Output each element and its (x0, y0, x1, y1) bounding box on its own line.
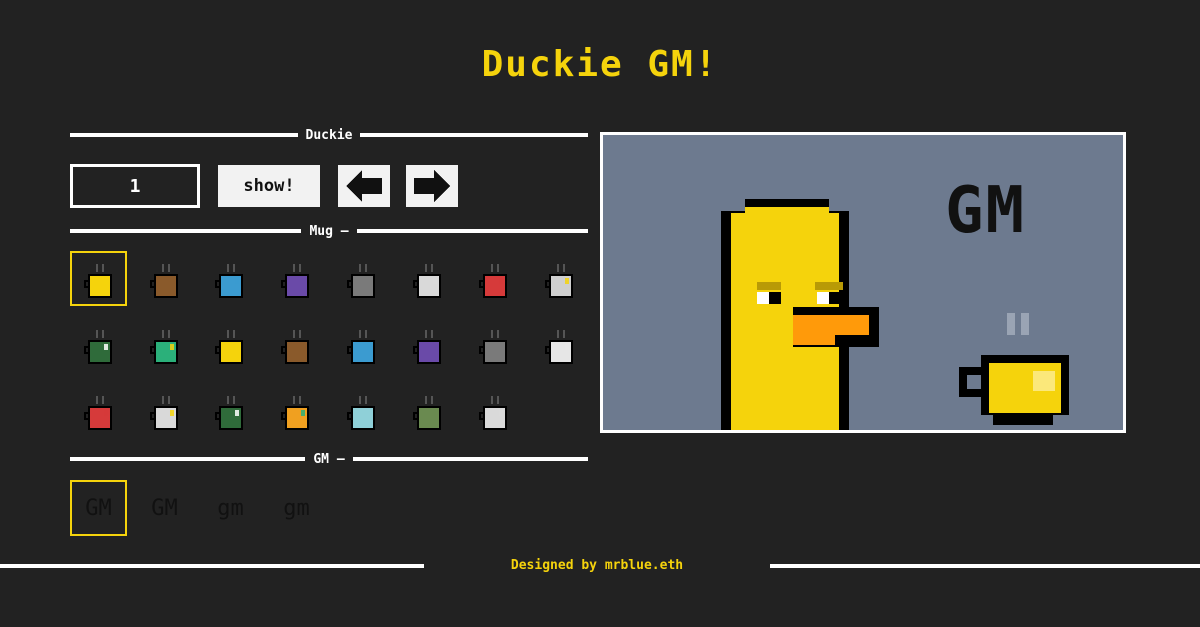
mug-icon (280, 330, 309, 364)
mug-icon (478, 264, 507, 298)
mug-icon (280, 264, 309, 298)
mug-icon (478, 330, 507, 364)
mug-icon (280, 396, 309, 430)
mug-option[interactable] (333, 383, 390, 438)
mug-icon (346, 396, 375, 430)
page-title: Duckie GM! (481, 44, 719, 85)
mug-grid (70, 251, 588, 441)
mug-icon (544, 330, 573, 364)
arrow-right-icon (414, 170, 450, 202)
mug-option[interactable] (399, 317, 456, 372)
mug-option[interactable] (201, 317, 258, 372)
mug-option[interactable] (201, 251, 258, 306)
duckie-artwork (721, 199, 1069, 430)
mug-option[interactable] (531, 251, 588, 306)
mug-option[interactable] (136, 317, 193, 372)
mug-option[interactable] (465, 251, 522, 306)
mug-icon (346, 330, 375, 364)
mug-option[interactable] (399, 251, 456, 306)
mug-option[interactable] (531, 317, 588, 372)
mug-option[interactable] (267, 317, 324, 372)
gm-style-option[interactable]: GM (136, 480, 193, 536)
preview-gm-text: GM (945, 174, 1027, 248)
mug-option[interactable] (267, 251, 324, 306)
next-button[interactable] (406, 165, 458, 207)
mug-icon (346, 264, 375, 298)
footer-divider-right (770, 564, 1200, 568)
mug-option[interactable] (70, 251, 127, 306)
mug-option[interactable] (136, 383, 193, 438)
gm-section-divider: GM – (70, 449, 588, 469)
gm-style-option[interactable]: gm (268, 480, 325, 536)
mug-icon (214, 396, 243, 430)
mug-option[interactable] (465, 317, 522, 372)
mug-icon (214, 264, 243, 298)
gm-style-option[interactable]: gm (202, 480, 259, 536)
mug-option[interactable] (333, 317, 390, 372)
mug-icon (83, 330, 112, 364)
mug-icon (149, 330, 178, 364)
previous-button[interactable] (338, 165, 390, 207)
mug-icon (149, 264, 178, 298)
gm-style-option[interactable]: GM (70, 480, 127, 536)
mug-option[interactable] (136, 251, 193, 306)
mug-icon (214, 330, 243, 364)
mug-option[interactable] (465, 383, 522, 438)
mug-icon (412, 396, 441, 430)
arrow-left-icon (346, 170, 382, 202)
show-button[interactable]: show! (218, 165, 320, 207)
mug-option[interactable] (399, 383, 456, 438)
duckie-id-input[interactable] (70, 164, 200, 208)
footer-divider-left (0, 564, 424, 568)
duckie-section-label: Duckie (305, 127, 353, 143)
footer-credit: Designed by mrblue.eth (510, 558, 684, 573)
mug-icon (544, 264, 573, 298)
mug-option[interactable] (267, 383, 324, 438)
mug-icon (83, 264, 112, 298)
duckie-preview (600, 132, 1126, 433)
mug-icon (478, 396, 507, 430)
mug-option[interactable] (70, 317, 127, 372)
mug-icon (412, 264, 441, 298)
mug-option[interactable] (201, 383, 258, 438)
gm-section-label: GM – (313, 451, 345, 467)
mug-section-divider: Mug – (70, 221, 589, 241)
duckie-section-divider: Duckie (70, 125, 588, 145)
mug-icon (149, 396, 178, 430)
mug-icon (83, 396, 112, 430)
mug-option[interactable] (333, 251, 390, 306)
mug-icon (412, 330, 441, 364)
mug-section-label: Mug – (309, 223, 349, 239)
mug-option[interactable] (70, 383, 127, 438)
